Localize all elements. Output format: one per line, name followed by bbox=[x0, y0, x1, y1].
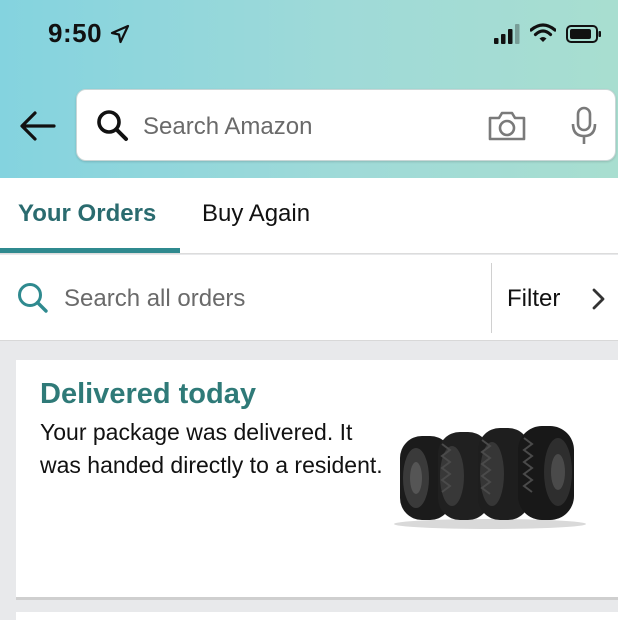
microphone-icon[interactable] bbox=[569, 106, 599, 146]
search-icon bbox=[18, 283, 48, 313]
chevron-right-icon[interactable] bbox=[592, 288, 606, 310]
active-tab-indicator bbox=[0, 248, 180, 253]
tires-product-image[interactable] bbox=[382, 420, 598, 530]
location-arrow-icon bbox=[110, 24, 130, 44]
cellular-signal-icon bbox=[494, 24, 520, 44]
tab-buy-again[interactable]: Buy Again bbox=[202, 200, 310, 228]
search-amazon-bar[interactable]: Search Amazon bbox=[76, 89, 616, 161]
order-search-row: Search all orders Filter bbox=[0, 255, 618, 341]
back-arrow-icon[interactable] bbox=[18, 108, 58, 144]
camera-icon[interactable] bbox=[487, 110, 527, 142]
search-icon bbox=[97, 110, 128, 141]
search-orders-input[interactable]: Search all orders bbox=[64, 285, 245, 313]
status-time: 9:50 bbox=[48, 18, 103, 48]
wifi-icon bbox=[530, 23, 556, 42]
delivery-description: Your package was delivered. It was hande… bbox=[40, 419, 383, 478]
search-amazon-input[interactable]: Search Amazon bbox=[143, 113, 312, 141]
battery-icon bbox=[566, 25, 601, 43]
delivery-status: Delivered today bbox=[40, 378, 256, 410]
orders-tabs: Your Orders Buy Again bbox=[0, 178, 618, 254]
filter-button[interactable]: Filter bbox=[507, 285, 560, 313]
order-card[interactable]: Delivered today Your package was deliver… bbox=[16, 360, 618, 600]
tab-your-orders[interactable]: Your Orders bbox=[18, 200, 156, 228]
divider bbox=[491, 263, 492, 333]
next-order-card[interactable] bbox=[16, 612, 618, 620]
